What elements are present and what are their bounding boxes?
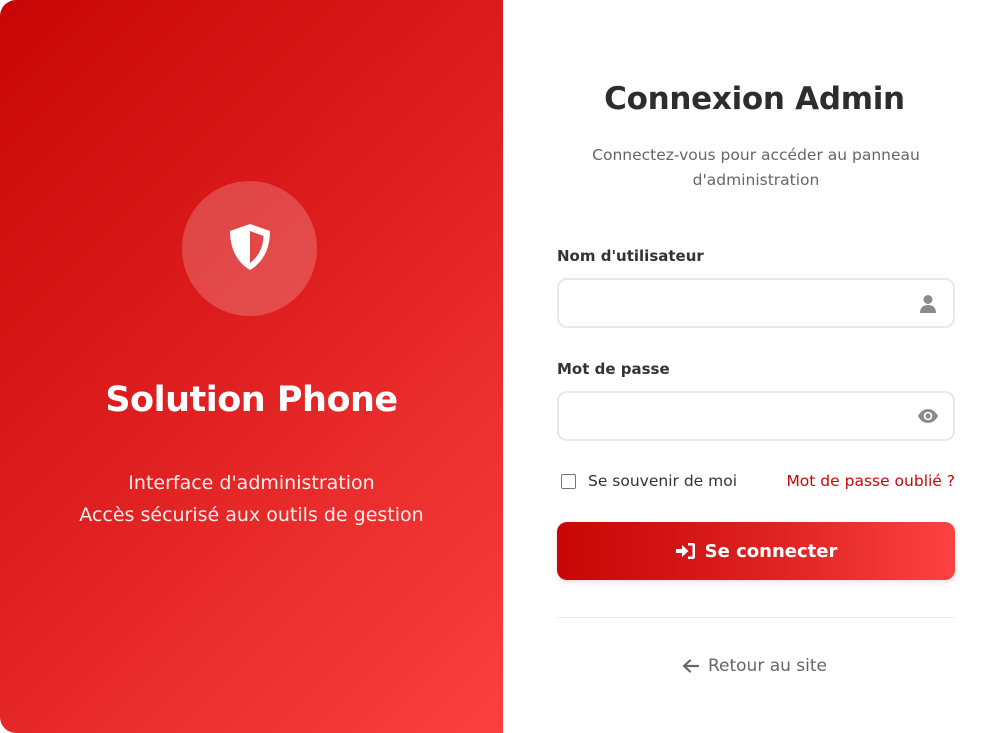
remember-checkbox[interactable] xyxy=(561,473,576,489)
sign-in-icon xyxy=(675,542,696,560)
login-panel: Connexion Admin Connectez-vous pour accé… xyxy=(503,0,1006,733)
password-field[interactable] xyxy=(573,393,907,441)
password-label: Mot de passe xyxy=(557,360,670,378)
password-field-container xyxy=(557,391,955,441)
login-window: Solution Phone Interface d'administratio… xyxy=(0,0,1006,733)
remember-me: Se souvenir de moi xyxy=(561,472,737,490)
divider xyxy=(557,617,955,618)
back-to-site-link[interactable]: Retour au site xyxy=(503,656,1006,676)
forgot-password-link[interactable]: Mot de passe oublié ? xyxy=(786,472,955,490)
username-label: Nom d'utilisateur xyxy=(557,247,704,265)
username-field-container xyxy=(557,278,955,328)
remember-label[interactable]: Se souvenir de moi xyxy=(588,472,737,490)
page-title: Connexion Admin xyxy=(604,81,905,117)
brand-panel: Solution Phone Interface d'administratio… xyxy=(0,0,503,733)
login-button-label: Se connecter xyxy=(704,540,838,562)
brand-tagline: Interface d'administration xyxy=(128,472,375,494)
brand-name: Solution Phone xyxy=(105,380,398,420)
brand-tagline-secondary: Accès sécurisé aux outils de gestion xyxy=(79,504,424,526)
login-button[interactable]: Se connecter xyxy=(557,522,955,580)
user-icon xyxy=(917,292,939,314)
shield-icon xyxy=(223,220,277,278)
logo-badge xyxy=(182,181,317,316)
arrow-left-icon xyxy=(682,659,699,673)
eye-icon[interactable] xyxy=(917,405,939,427)
username-field[interactable] xyxy=(573,280,907,328)
back-to-site-label: Retour au site xyxy=(707,656,828,676)
page-subtitle: Connectez-vous pour accéder au panneau d… xyxy=(592,146,920,189)
